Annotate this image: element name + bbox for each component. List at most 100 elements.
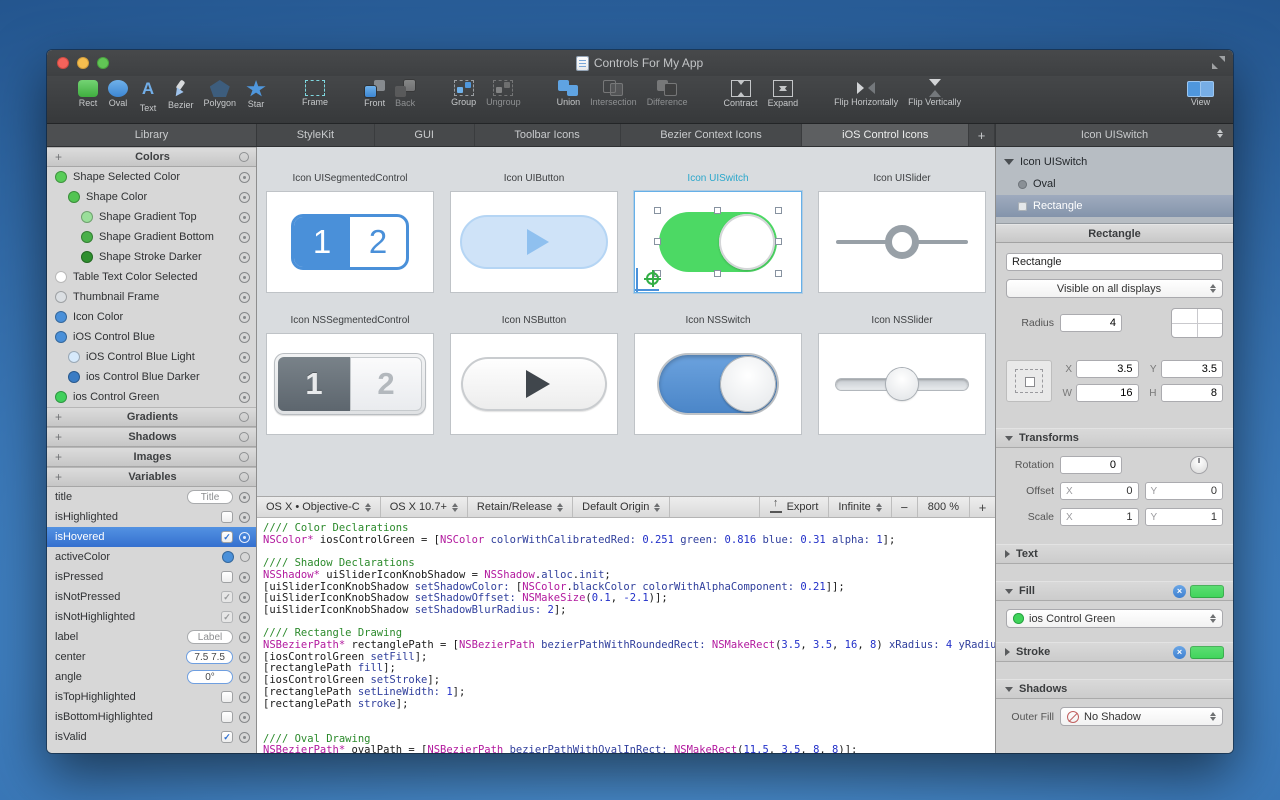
connection-icon[interactable] — [239, 312, 250, 323]
remove-fill-icon[interactable] — [1173, 585, 1186, 598]
library-variable-ishighlighted[interactable]: isHighlighted — [47, 507, 256, 527]
tab-stylekit[interactable]: StyleKit — [257, 124, 375, 146]
canvas-card[interactable] — [634, 191, 802, 293]
variable-checkbox[interactable] — [221, 531, 233, 543]
connection-icon[interactable] — [239, 392, 250, 403]
tab-gui[interactable]: GUI — [375, 124, 475, 146]
library-color-ios-control-green[interactable]: ios Control Green — [47, 387, 256, 407]
canvas-card[interactable] — [450, 333, 618, 435]
connection-icon[interactable] — [239, 572, 250, 583]
library-color-shape-selected-color[interactable]: Shape Selected Color — [47, 167, 256, 187]
connection-icon[interactable] — [239, 592, 250, 603]
toolbar-contract-button[interactable]: Contract — [719, 79, 763, 109]
selection-handle[interactable] — [654, 238, 661, 245]
x-input[interactable] — [1076, 360, 1139, 378]
codebar-dropdown-os-x-10-7[interactable]: OS X 10.7+ — [381, 497, 468, 517]
scale-x-field[interactable]: X 1 — [1060, 508, 1139, 526]
outer-shadow-dropdown[interactable]: No Shadow — [1060, 707, 1223, 726]
variable-color-swatch[interactable] — [222, 551, 234, 563]
variable-value-field[interactable]: 0° — [187, 670, 233, 684]
toolbar-expand-button[interactable]: Expand — [763, 79, 804, 109]
fill-color-dropdown[interactable]: ios Control Green — [1006, 609, 1223, 628]
toolbar-star-button[interactable]: Star — [241, 79, 271, 114]
fill-color-swatch[interactable] — [1190, 585, 1224, 598]
library-variable-isnotpressed[interactable]: isNotPressed — [47, 587, 256, 607]
variable-checkbox[interactable] — [221, 691, 233, 703]
toolbar-rect-button[interactable]: Rect — [73, 79, 103, 114]
fullscreen-icon[interactable] — [1212, 56, 1225, 69]
add-tab-button[interactable]: + — [969, 124, 995, 146]
library-color-ios-control-blue-darker[interactable]: ios Control Blue Darker — [47, 367, 256, 387]
variable-checkbox[interactable] — [221, 731, 233, 743]
connection-icon[interactable] — [239, 652, 250, 663]
transforms-section-header[interactable]: Transforms — [996, 428, 1233, 448]
scale-y-field[interactable]: Y 1 — [1145, 508, 1224, 526]
library-variable-ishovered[interactable]: isHovered — [47, 527, 256, 547]
inspector-header-dropdown[interactable]: Icon UISwitch — [995, 124, 1233, 146]
library-variable-activecolor[interactable]: activeColor — [47, 547, 256, 567]
add-icon[interactable]: + — [55, 470, 62, 484]
connection-icon[interactable] — [239, 232, 250, 243]
add-icon[interactable]: + — [55, 430, 62, 444]
canvas-card[interactable] — [450, 191, 618, 293]
width-input[interactable] — [1076, 384, 1139, 402]
zoom-window-button[interactable] — [97, 57, 109, 69]
code-view[interactable]: //// Color DeclarationsNSColor* iosContr… — [257, 518, 995, 753]
canvas-card[interactable] — [818, 333, 986, 435]
minimize-button[interactable] — [77, 57, 89, 69]
library-color-shape-gradient-top[interactable]: Shape Gradient Top — [47, 207, 256, 227]
variable-checkbox[interactable] — [221, 711, 233, 723]
variable-value-field[interactable]: 7.5 7.5 — [186, 650, 233, 664]
selection-handle[interactable] — [654, 207, 661, 214]
remove-stroke-icon[interactable] — [1173, 646, 1186, 659]
connection-icon[interactable] — [239, 292, 250, 303]
connection-icon[interactable] — [239, 732, 250, 743]
titlebar[interactable]: Controls For My App — [47, 50, 1233, 76]
fill-section-header[interactable]: Fill — [996, 581, 1233, 601]
layer-rectangle[interactable]: Rectangle — [996, 195, 1233, 217]
toolbar-oval-button[interactable]: Oval — [103, 79, 133, 114]
toolbar-flip-horizontally-button[interactable]: Flip Horizontally — [829, 79, 903, 108]
shadows-section-header[interactable]: Shadows — [996, 679, 1233, 699]
variable-checkbox[interactable] — [221, 571, 233, 583]
toolbar-ungroup-button[interactable]: Ungroup — [481, 79, 526, 108]
connection-icon[interactable] — [239, 532, 250, 543]
library-variable-isvalid[interactable]: isValid — [47, 727, 256, 747]
variable-checkbox[interactable] — [221, 511, 233, 523]
connection-icon[interactable] — [239, 272, 250, 283]
library-color-shape-stroke-darker[interactable]: Shape Stroke Darker — [47, 247, 256, 267]
disclosure-down-icon[interactable] — [1004, 159, 1014, 165]
library-color-shape-color[interactable]: Shape Color — [47, 187, 256, 207]
canvas[interactable]: Icon UISegmentedControl12Icon UIButtonIc… — [257, 147, 995, 496]
connection-icon[interactable] — [240, 552, 250, 562]
offset-y-field[interactable]: Y 0 — [1145, 482, 1224, 500]
infinite-dropdown[interactable]: Infinite — [828, 497, 890, 517]
library-section-gradients[interactable]: +Gradients — [47, 407, 256, 427]
canvas-card[interactable]: 12 — [266, 191, 434, 293]
canvas-card[interactable] — [818, 191, 986, 293]
selection-handle[interactable] — [775, 270, 782, 277]
selection-handle[interactable] — [775, 207, 782, 214]
tab-bezier-context-icons[interactable]: Bezier Context Icons — [621, 124, 803, 146]
library-color-icon-color[interactable]: Icon Color — [47, 307, 256, 327]
library-section-images[interactable]: +Images — [47, 447, 256, 467]
selection-handle[interactable] — [714, 207, 721, 214]
variable-checkbox[interactable] — [221, 591, 233, 603]
library-section-colors[interactable]: +Colors — [47, 147, 256, 167]
connection-icon[interactable] — [239, 212, 250, 223]
tab-toolbar-icons[interactable]: Toolbar Icons — [475, 124, 621, 146]
toolbar-intersection-button[interactable]: Intersection — [585, 79, 642, 108]
position-diagram[interactable] — [1006, 360, 1052, 402]
rotation-knob[interactable] — [1191, 457, 1207, 473]
library-variable-center[interactable]: center7.5 7.5 — [47, 647, 256, 667]
connection-icon[interactable] — [239, 332, 250, 343]
canvas-card[interactable]: 12 — [266, 333, 434, 435]
toolbar-view-button[interactable]: View — [1182, 79, 1219, 108]
toolbar-text-button[interactable]: Text — [133, 79, 163, 114]
connection-icon[interactable] — [239, 692, 250, 703]
toolbar-flip-vertically-button[interactable]: Flip Vertically — [903, 79, 966, 108]
library-variable-istophighlighted[interactable]: isTopHighlighted — [47, 687, 256, 707]
zoom-in-button[interactable]: + — [969, 497, 995, 517]
toolbar-back-button[interactable]: Back — [390, 79, 420, 109]
toolbar-union-button[interactable]: Union — [552, 79, 586, 108]
